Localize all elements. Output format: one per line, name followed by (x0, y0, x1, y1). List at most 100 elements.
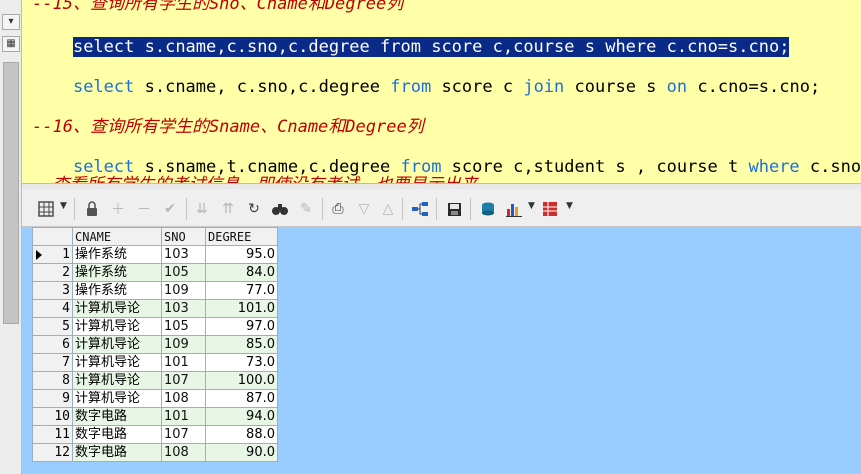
cell-sno[interactable]: 108 (161, 443, 206, 462)
filter-up-icon[interactable]: ⇈ (218, 199, 238, 219)
cell-degree[interactable]: 84.0 (205, 263, 278, 282)
cell-sno[interactable]: 107 (161, 371, 206, 390)
row-number[interactable]: 7 (32, 353, 73, 372)
cell-cname[interactable]: 计算机导论 (72, 389, 162, 408)
table-row[interactable]: 6 计算机导论 109 85.0 (32, 335, 278, 354)
cell-sno[interactable]: 103 (161, 299, 206, 318)
toolbar-divider (470, 198, 471, 220)
cell-degree[interactable]: 101.0 (205, 299, 278, 318)
table-row[interactable]: 12 数字电路 108 90.0 (32, 443, 278, 462)
export-icon[interactable] (478, 199, 498, 219)
sql-line-join[interactable]: select s.cname, c.sno,c.degree from scor… (32, 57, 820, 117)
cell-degree[interactable]: 88.0 (205, 425, 278, 444)
table-row[interactable]: 2 操作系统 105 84.0 (32, 263, 278, 282)
cell-sno[interactable]: 101 (161, 407, 206, 426)
grid-corner[interactable] (32, 227, 73, 246)
chevron-down-icon[interactable]: ▼ (566, 201, 573, 211)
cell-sno[interactable]: 105 (161, 263, 206, 282)
row-number[interactable]: 6 (32, 335, 73, 354)
cell-cname[interactable]: 操作系统 (72, 245, 162, 264)
sql-text: score c (431, 77, 524, 97)
add-record-icon[interactable]: ＋ (108, 199, 128, 219)
save-icon[interactable] (444, 199, 464, 219)
refresh-icon[interactable]: ↻ (244, 199, 264, 219)
filter-down-icon[interactable]: ⇊ (192, 199, 212, 219)
sql-text: s.cname, c.sno,c.degree (134, 77, 391, 97)
cell-degree[interactable]: 73.0 (205, 353, 278, 372)
cell-cname-value: 数字电路 (75, 426, 128, 442)
row-number[interactable]: 12 (32, 443, 73, 462)
table-row[interactable]: 11 数字电路 107 88.0 (32, 425, 278, 444)
table-options-icon[interactable] (540, 199, 560, 219)
results-panel: CNAME SNO DEGREE 1 操作系统 103 95.0 2 操作系统 105 84.… (22, 227, 861, 474)
document-icon[interactable]: ▦ (2, 36, 20, 52)
query-plan-icon[interactable] (410, 199, 430, 219)
cell-sno[interactable]: 108 (161, 389, 206, 408)
sql-text: score c,course s (420, 37, 606, 57)
cell-degree[interactable]: 94.0 (205, 407, 278, 426)
cell-cname[interactable]: 计算机导论 (72, 335, 162, 354)
cell-degree[interactable]: 95.0 (205, 245, 278, 264)
chevron-down-icon[interactable]: ▼ (60, 201, 67, 211)
cell-sno[interactable]: 101 (161, 353, 206, 372)
clear-icon[interactable]: ✎ (296, 199, 316, 219)
chart-icon[interactable] (504, 199, 524, 219)
collapse-icon[interactable]: ▾ (2, 14, 20, 30)
cell-cname[interactable]: 计算机导论 (72, 317, 162, 336)
cell-degree[interactable]: 100.0 (205, 371, 278, 390)
column-header-degree[interactable]: DEGREE (205, 227, 278, 246)
cell-sno[interactable]: 105 (161, 317, 206, 336)
cell-cname[interactable]: 操作系统 (72, 281, 162, 300)
row-number[interactable]: 8 (32, 371, 73, 390)
cell-degree[interactable]: 77.0 (205, 281, 278, 300)
column-header-sno[interactable]: SNO (161, 227, 206, 246)
table-row[interactable]: 5 计算机导论 105 97.0 (32, 317, 278, 336)
row-number[interactable]: 2 (32, 263, 73, 282)
cell-sno[interactable]: 103 (161, 245, 206, 264)
row-number[interactable]: 4 (32, 299, 73, 318)
table-row[interactable]: 4 计算机导论 103 101.0 (32, 299, 278, 318)
cell-sno[interactable]: 109 (161, 281, 206, 300)
cell-cname[interactable]: 计算机导论 (72, 353, 162, 372)
grid-body: 1 操作系统 103 95.0 2 操作系统 105 84.0 3 操作系统 109 77.0 4 计算机… (32, 245, 278, 462)
post-edit-icon[interactable]: ✔ (160, 199, 180, 219)
cell-cname[interactable]: 操作系统 (72, 263, 162, 282)
cell-cname[interactable]: 计算机导论 (72, 299, 162, 318)
table-row[interactable]: 1 操作系统 103 95.0 (32, 245, 278, 264)
move-down-icon[interactable]: ▽ (354, 199, 374, 219)
cell-sno[interactable]: 107 (161, 425, 206, 444)
cell-sno[interactable]: 109 (161, 335, 206, 354)
grid-view-icon[interactable] (36, 199, 56, 219)
chevron-down-icon[interactable]: ▼ (528, 201, 535, 211)
table-row[interactable]: 7 计算机导论 101 73.0 (32, 353, 278, 372)
cell-degree[interactable]: 87.0 (205, 389, 278, 408)
row-number[interactable]: 5 (32, 317, 73, 336)
delete-record-icon[interactable]: － (134, 199, 154, 219)
cell-degree[interactable]: 90.0 (205, 443, 278, 462)
table-row[interactable]: 10 数字电路 101 94.0 (32, 407, 278, 426)
table-row[interactable]: 3 操作系统 109 77.0 (32, 281, 278, 300)
move-up-icon[interactable]: △ (378, 199, 398, 219)
row-number[interactable]: 10 (32, 407, 73, 426)
cell-cname[interactable]: 计算机导论 (72, 371, 162, 390)
vertical-scrollbar[interactable] (3, 62, 19, 324)
row-number[interactable]: 9 (32, 389, 73, 408)
row-number[interactable]: 11 (32, 425, 73, 444)
row-number[interactable]: 3 (32, 281, 73, 300)
cell-cname-value: 计算机导论 (75, 300, 141, 316)
results-grid[interactable]: CNAME SNO DEGREE 1 操作系统 103 95.0 2 操作系统 105 84.… (32, 227, 278, 462)
keyword-select: select (72, 77, 135, 97)
find-icon[interactable] (270, 199, 290, 219)
cell-cname[interactable]: 数字电路 (72, 407, 162, 426)
table-row[interactable]: 9 计算机导论 108 87.0 (32, 389, 278, 408)
column-header-cname[interactable]: CNAME (72, 227, 162, 246)
row-number[interactable]: 1 (32, 245, 73, 264)
cell-degree[interactable]: 85.0 (205, 335, 278, 354)
sql-editor[interactable]: --15、查询所有学生的Sno、Cname和Degree列 select s.c… (22, 0, 861, 183)
cell-cname[interactable]: 数字电路 (72, 443, 162, 462)
table-row[interactable]: 8 计算机导论 107 100.0 (32, 371, 278, 390)
cell-cname[interactable]: 数字电路 (72, 425, 162, 444)
cell-degree[interactable]: 97.0 (205, 317, 278, 336)
lock-icon[interactable] (82, 199, 102, 219)
print-icon[interactable]: ⎙ (328, 199, 348, 219)
